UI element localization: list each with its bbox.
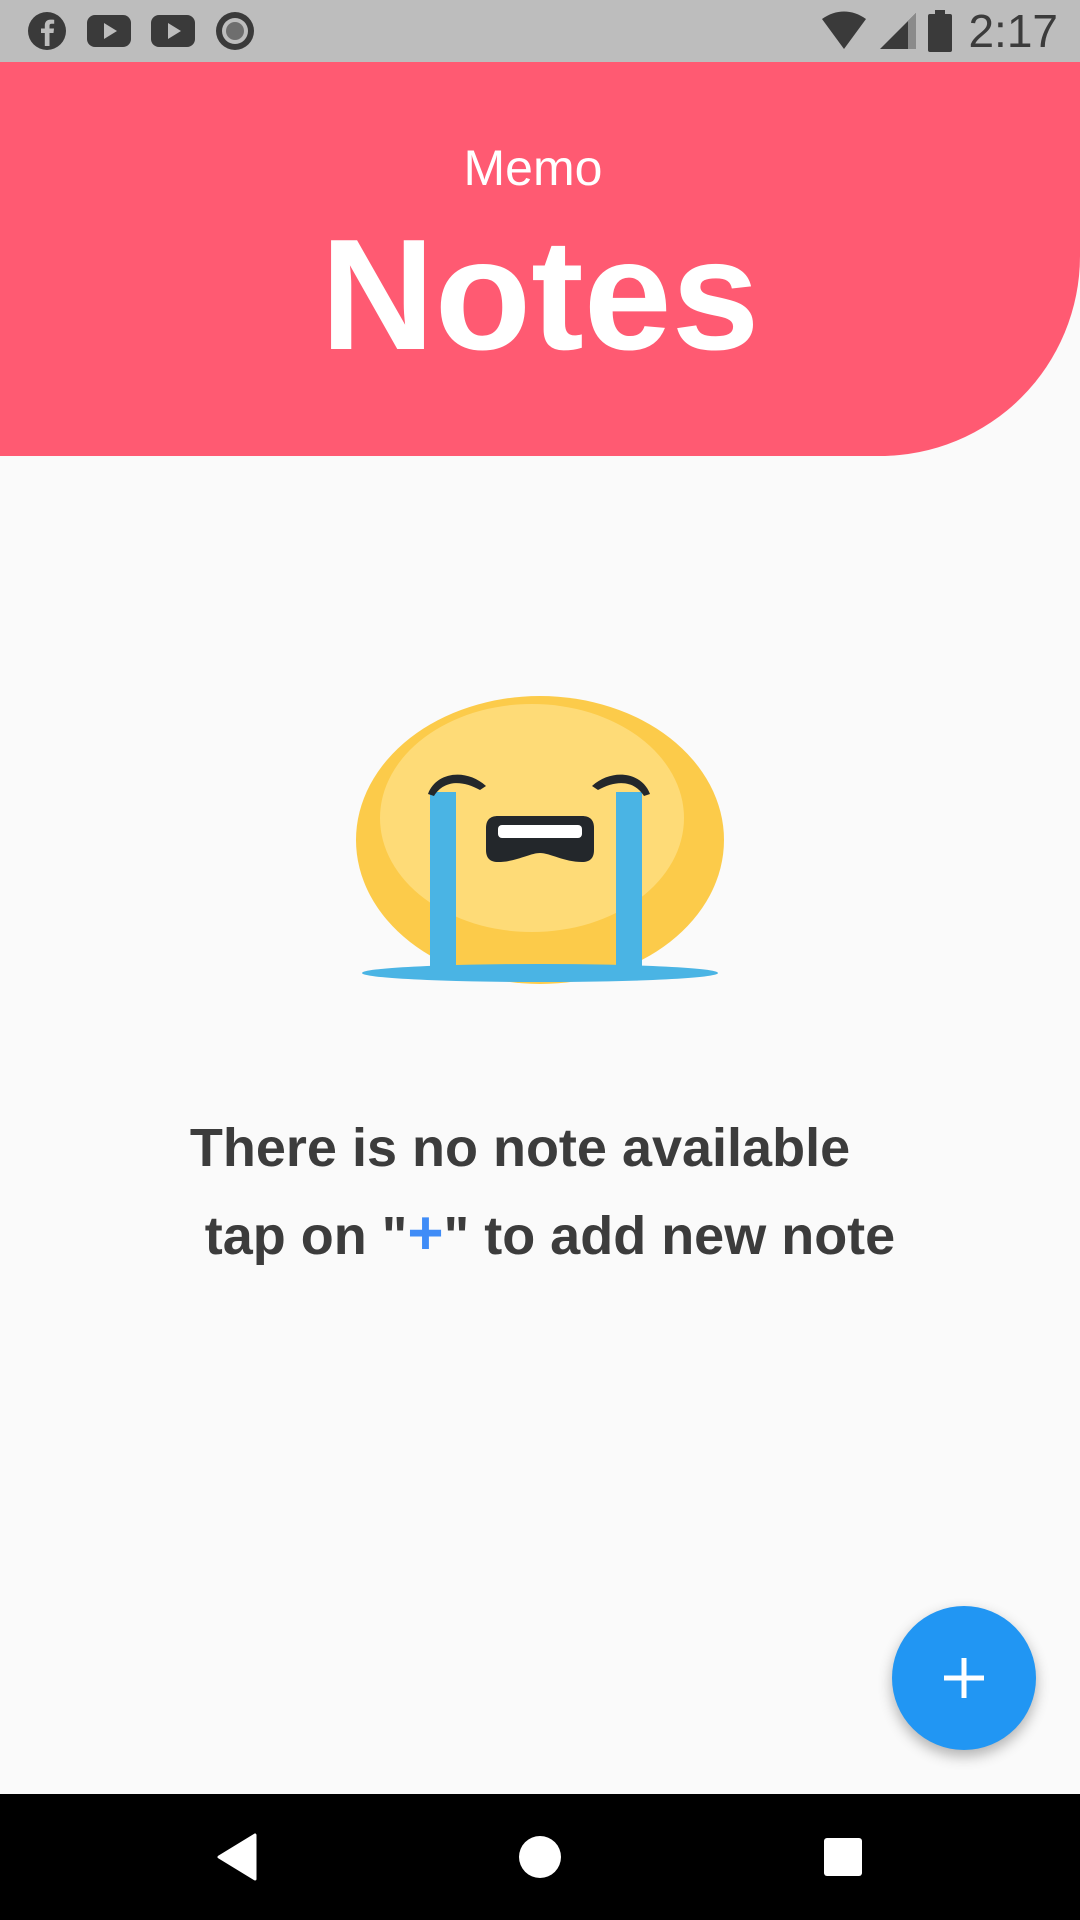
plus-icon (944, 1658, 984, 1698)
record-icon (216, 12, 254, 50)
system-icons: 2:17 (820, 6, 1058, 56)
cell-signal-icon (880, 13, 917, 49)
home-button[interactable] (505, 1822, 575, 1892)
plus-icon: + (407, 1199, 444, 1268)
navigation-bar (0, 1794, 1080, 1920)
empty-state-line2-suffix: " to add new note (443, 1206, 896, 1266)
crying-face-emoji (356, 696, 724, 984)
header: Memo Notes (0, 62, 1080, 456)
recents-icon (824, 1838, 862, 1876)
add-note-button[interactable] (892, 1606, 1036, 1750)
empty-state-line2-prefix: tap on " (204, 1206, 408, 1266)
facebook-icon (28, 12, 66, 50)
battery-icon (928, 10, 953, 52)
recents-button[interactable] (808, 1822, 878, 1892)
status-bar: 2:17 (0, 0, 1080, 62)
home-icon (519, 1836, 561, 1878)
status-time: 2:17 (968, 5, 1058, 57)
empty-state-line2: tap on "+" to add new note (0, 1191, 1080, 1279)
empty-state-line1: There is no note available (189, 1118, 851, 1178)
wifi-icon (822, 11, 867, 49)
app-subtitle: Memo (463, 140, 603, 196)
youtube-icon (87, 15, 131, 47)
notification-icons (26, 10, 256, 52)
back-icon (217, 1833, 257, 1881)
youtube-icon (151, 15, 195, 47)
back-button[interactable] (202, 1822, 272, 1892)
empty-state-message: There is no note available tap on "+" to… (0, 1105, 1080, 1279)
screen: 2:17 Memo Notes There is no note availab… (0, 0, 1080, 1920)
page-title: Notes (320, 207, 760, 383)
